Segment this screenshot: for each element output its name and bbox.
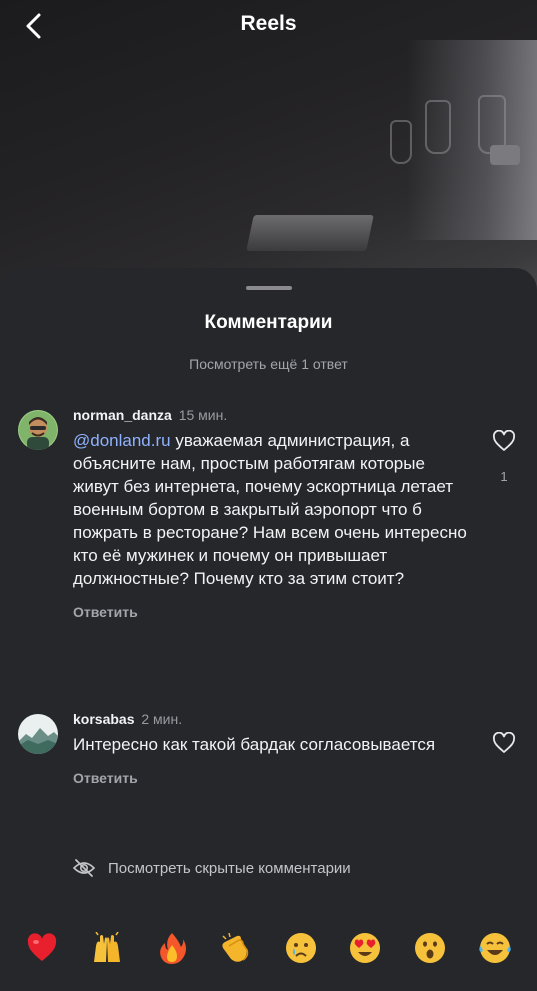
emoji-heart-eyes[interactable]: [345, 928, 385, 968]
emoji-surprised-face[interactable]: [410, 928, 450, 968]
user-avatar-image: [18, 714, 58, 754]
comment-header: korsabas 2 мин.: [73, 710, 473, 728]
heart-eyes-icon: [350, 933, 381, 963]
like-button[interactable]: [491, 731, 517, 759]
emoji-quick-reactions: [0, 923, 537, 973]
avatar[interactable]: [18, 410, 58, 450]
raising-hands-icon: [93, 932, 120, 962]
heart-outline-icon: [492, 429, 516, 451]
sheet-grabber-handle[interactable]: [246, 286, 292, 290]
comment-time: 2 мин.: [141, 711, 183, 727]
comment-text: Интересно как такой бардак согласовывает…: [73, 733, 473, 756]
like-count: 1: [500, 469, 508, 484]
comment-text: @donland.ru уважаемая администрация, а о…: [73, 429, 473, 590]
video-books: [246, 215, 374, 251]
comment-header: norman_danza 15 мин.: [73, 406, 473, 424]
view-more-replies-link[interactable]: Посмотреть ещё 1 ответ: [0, 356, 537, 372]
emoji-crying-face[interactable]: [281, 928, 321, 968]
heart-outline-icon: [492, 731, 516, 753]
comments-sheet: Комментарии Посмотреть ещё 1 ответ norma…: [0, 268, 537, 991]
video-cup: [490, 145, 520, 165]
reply-button[interactable]: Ответить: [73, 604, 138, 620]
emoji-clapping-hands[interactable]: [216, 928, 256, 968]
page-title: Reels: [240, 12, 297, 35]
comment-username[interactable]: korsabas: [73, 711, 134, 727]
red-heart-icon: [28, 933, 57, 961]
comment-text-content: уважаемая администрация, а объясните нам…: [73, 431, 467, 588]
clapping-hands-icon: [222, 932, 249, 962]
avatar[interactable]: [18, 714, 58, 754]
video-glass: [425, 100, 451, 154]
reels-comments-screen: Reels Комментарии Посмотреть ещё 1 ответ: [0, 0, 537, 991]
comment-body: korsabas 2 мин. Интересно как такой бард…: [73, 710, 473, 788]
comment-time: 15 мин.: [178, 407, 228, 423]
like-button[interactable]: 1: [491, 429, 517, 484]
surprised-face-icon: [415, 933, 446, 963]
comment-username[interactable]: norman_danza: [73, 407, 172, 423]
video-glass: [390, 120, 412, 164]
top-bar: Reels: [0, 0, 537, 52]
crying-face-icon: [285, 933, 316, 963]
emoji-tears-of-joy[interactable]: [475, 928, 515, 968]
comments-title: Комментарии: [204, 312, 333, 333]
emoji-raising-hands[interactable]: [87, 928, 127, 968]
user-avatar-image: [18, 410, 58, 450]
reply-button[interactable]: Ответить: [73, 770, 138, 786]
tears-of-joy-icon: [479, 933, 511, 963]
comment-text-content: Интересно как такой бардак согласовывает…: [73, 735, 436, 754]
view-hidden-comments-button[interactable]: Посмотреть скрытые комментарии: [72, 858, 351, 878]
eye-slash-icon: [72, 859, 96, 877]
fire-icon: [159, 933, 186, 964]
comment-body: norman_danza 15 мин. @donland.ru уважаем…: [73, 406, 473, 622]
mention-link[interactable]: @donland.ru: [73, 431, 171, 450]
hidden-comments-label: Посмотреть скрытые комментарии: [108, 859, 351, 877]
emoji-red-heart[interactable]: [22, 928, 62, 968]
emoji-fire[interactable]: [152, 928, 192, 968]
